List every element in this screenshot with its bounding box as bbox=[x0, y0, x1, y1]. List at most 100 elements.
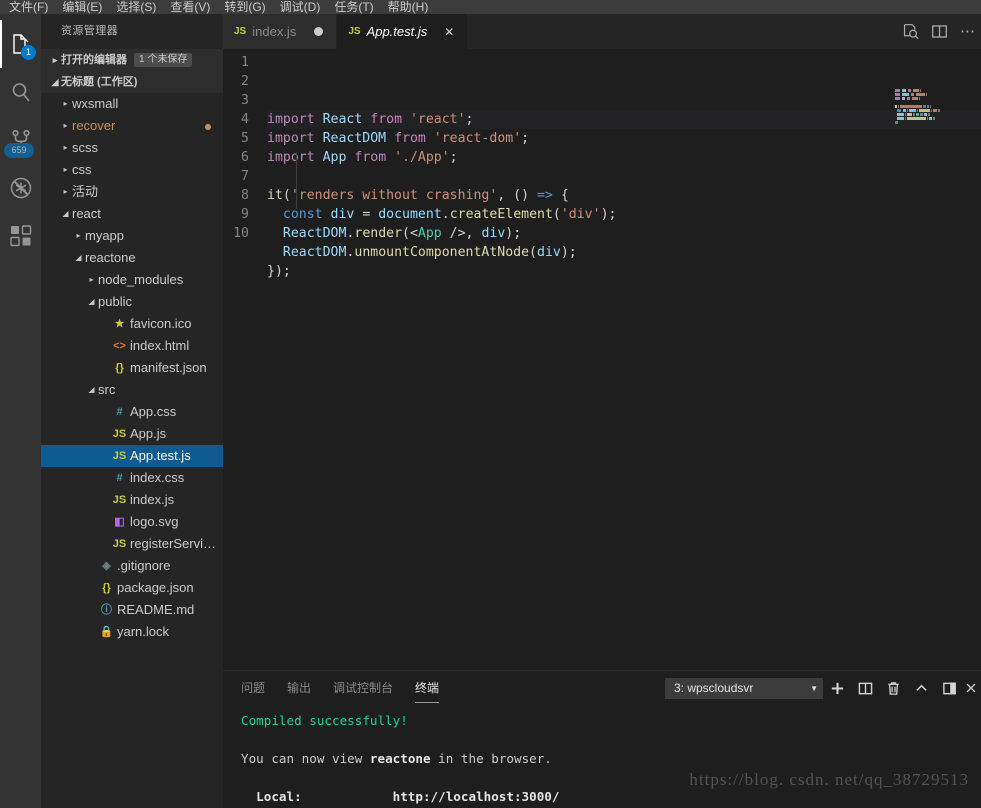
file-type-icon: JS bbox=[112, 428, 127, 440]
code-line: const div = document.createElement('div'… bbox=[282, 207, 617, 222]
toggle-panel-position-icon[interactable] bbox=[935, 674, 963, 702]
tree-folder-row[interactable]: ◢ react bbox=[41, 203, 223, 225]
unsaved-count-badge: 1 个未保存 bbox=[134, 53, 193, 67]
tree-file-row[interactable]: JSregisterServiceW... bbox=[41, 533, 223, 555]
line-number: 8 bbox=[241, 188, 249, 203]
tree-folder-row[interactable]: ◢ public bbox=[41, 291, 223, 313]
js-file-icon: JS bbox=[348, 26, 361, 37]
tree-folder-row[interactable]: ▸ css bbox=[41, 159, 223, 181]
editor-group: JS index.js JS App.test.js ✕ ⋯ 1 2 3 4 5… bbox=[223, 14, 981, 670]
chevron-down-icon: ◢ bbox=[51, 77, 59, 87]
file-type-icon: 🔒 bbox=[99, 626, 114, 638]
terminal-output[interactable]: Compiled successfully! You can now view … bbox=[223, 705, 981, 808]
code-text[interactable]: import React from 'react'; import ReactDO… bbox=[267, 53, 981, 300]
file-type-icon: ◈ bbox=[102, 560, 111, 572]
menu-item-3[interactable]: 查看(V) bbox=[163, 1, 217, 14]
tree-folder-row[interactable]: ▸ recover bbox=[41, 115, 223, 137]
editor-actions: ⋯ bbox=[902, 14, 981, 49]
line-number: 3 bbox=[241, 93, 249, 108]
tree-folder-row[interactable]: ▸ wxsmall bbox=[41, 93, 223, 115]
editor-tab[interactable]: JS App.test.js ✕ bbox=[337, 14, 469, 49]
line-number: 5 bbox=[241, 131, 249, 146]
editor-vertical-scrollbar[interactable] bbox=[967, 84, 981, 670]
activity-item-source-control[interactable]: 659 bbox=[0, 116, 41, 164]
tree-folder-row[interactable]: ▸ myapp bbox=[41, 225, 223, 247]
line-number: 1 bbox=[241, 55, 249, 70]
tree-file-row[interactable]: # index.css bbox=[41, 467, 223, 489]
menu-item-6[interactable]: 任务(T) bbox=[327, 1, 380, 14]
tree-file-row[interactable]: ⓘ README.md bbox=[41, 599, 223, 621]
tree-file-row[interactable]: {} package.json bbox=[41, 577, 223, 599]
tree-item-label: logo.svg bbox=[130, 514, 179, 529]
tree-file-row[interactable]: JS index.js bbox=[41, 489, 223, 511]
tree-file-row[interactable]: # App.css bbox=[41, 401, 223, 423]
split-terminal-icon[interactable] bbox=[851, 674, 879, 702]
tab-close-icon[interactable]: ✕ bbox=[441, 25, 457, 39]
more-actions-icon[interactable]: ⋯ bbox=[960, 24, 975, 39]
tree-item-label: index.js bbox=[130, 492, 175, 507]
tree-item-label: wxsmall bbox=[72, 96, 119, 111]
menu-item-4[interactable]: 转到(G) bbox=[217, 1, 272, 14]
tree-item-label: index.html bbox=[130, 338, 190, 353]
panel-tab[interactable]: 问题 bbox=[241, 679, 265, 697]
maximize-panel-icon[interactable] bbox=[907, 674, 935, 702]
terminal-selector-label: 3: wpscloudsvr bbox=[674, 680, 754, 695]
tab-dirty-indicator[interactable] bbox=[310, 25, 326, 39]
bottom-panel: 问题 输出 调试控制台 终端 3: wpscloudsvr ▼ Compiled… bbox=[223, 670, 981, 808]
tree-item-label: App.css bbox=[130, 404, 177, 419]
line-number: 7 bbox=[241, 169, 249, 184]
panel-tab[interactable]: 输出 bbox=[287, 679, 311, 697]
panel-tab[interactable]: 调试控制台 bbox=[333, 679, 393, 697]
search-icon bbox=[9, 80, 33, 104]
tree-file-row[interactable]: ◈ .gitignore bbox=[41, 555, 223, 577]
new-terminal-icon[interactable] bbox=[823, 674, 851, 702]
editor-content[interactable]: 1 2 3 4 5 6 7 8 9 10 import React from 'react'; im… bbox=[223, 49, 981, 670]
file-type-icon: {} bbox=[102, 582, 111, 594]
terminal-selector[interactable]: 3: wpscloudsvr ▼ bbox=[665, 677, 823, 699]
chevron-right-icon: ▸ bbox=[76, 231, 81, 240]
activity-item-debug[interactable] bbox=[0, 164, 41, 212]
tree-item-label: react bbox=[72, 206, 101, 221]
tree-folder-row[interactable]: ▸ node_modules bbox=[41, 269, 223, 291]
tree-item-label: public bbox=[98, 294, 132, 309]
section-workspace[interactable]: ◢ 无标题 (工作区) bbox=[41, 71, 223, 93]
menu-item-5[interactable]: 调试(D) bbox=[273, 1, 328, 14]
tree-file-row[interactable]: <> index.html bbox=[41, 335, 223, 357]
close-panel-icon[interactable] bbox=[963, 674, 979, 702]
tree-file-row[interactable]: ◧ logo.svg bbox=[41, 511, 223, 533]
tree-file-row[interactable]: 🔒 yarn.lock bbox=[41, 621, 223, 643]
kill-terminal-icon[interactable] bbox=[879, 674, 907, 702]
tree-item-label: node_modules bbox=[98, 272, 184, 287]
tree-file-row[interactable]: {} manifest.json bbox=[41, 357, 223, 379]
file-type-icon: # bbox=[116, 472, 123, 484]
tree-file-row[interactable]: JS App.test.js bbox=[41, 445, 223, 467]
tree-file-row[interactable]: ★ favicon.ico bbox=[41, 313, 223, 335]
chevron-right-icon: ▸ bbox=[63, 99, 68, 108]
menu-item-2[interactable]: 选择(S) bbox=[109, 1, 163, 14]
tree-folder-row[interactable]: ▸ scss bbox=[41, 137, 223, 159]
section-open-editors[interactable]: ▸ 打开的编辑器 1 个未保存 bbox=[41, 49, 223, 71]
tree-item-label: recover bbox=[72, 118, 116, 133]
panel-tab[interactable]: 终端 bbox=[415, 679, 440, 703]
tree-item-label: index.css bbox=[130, 470, 185, 485]
open-preview-icon[interactable] bbox=[902, 23, 919, 40]
activity-item-explorer[interactable]: 1 bbox=[0, 20, 41, 68]
activity-item-search[interactable] bbox=[0, 68, 41, 116]
tree-folder-row[interactable]: ▸ 活动 bbox=[41, 181, 223, 203]
menu-bar: 文件(F) 编辑(E) 选择(S) 查看(V) 转到(G) 调试(D) 任务(T) 帮助(H) bbox=[0, 0, 981, 14]
open-editors-label: 打开的编辑器 bbox=[61, 54, 127, 66]
activity-item-extensions[interactable] bbox=[0, 212, 41, 260]
menu-item-0[interactable]: 文件(F) bbox=[2, 1, 55, 14]
editor-tab[interactable]: JS index.js bbox=[223, 14, 338, 49]
tree-folder-row[interactable]: ◢ src bbox=[41, 379, 223, 401]
split-editor-icon[interactable] bbox=[931, 23, 948, 40]
tree-file-row[interactable]: JS App.js bbox=[41, 423, 223, 445]
menu-item-1[interactable]: 编辑(E) bbox=[55, 1, 109, 14]
chevron-down-icon: ◢ bbox=[62, 209, 69, 218]
line-number: 9 bbox=[241, 207, 249, 222]
tree-folder-row[interactable]: ◢ reactone bbox=[41, 247, 223, 269]
menu-item-7[interactable]: 帮助(H) bbox=[381, 1, 436, 14]
tree-item-label: scss bbox=[72, 140, 98, 155]
tree-item-label: css bbox=[72, 162, 92, 177]
